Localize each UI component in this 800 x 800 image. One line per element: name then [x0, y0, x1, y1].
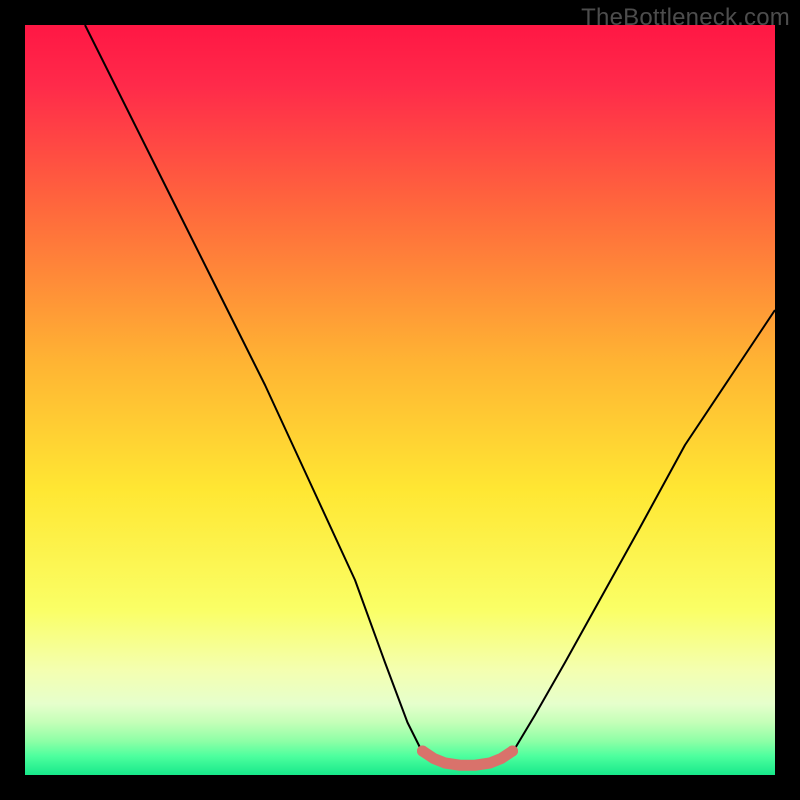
watermark-text: TheBottleneck.com [581, 4, 790, 32]
plot-area [25, 25, 775, 775]
series-bottom-marker-band [423, 751, 513, 765]
curves-layer [25, 25, 775, 775]
series-right-curve [513, 310, 776, 753]
series-left-curve [85, 25, 423, 753]
chart-frame: TheBottleneck.com [0, 0, 800, 800]
